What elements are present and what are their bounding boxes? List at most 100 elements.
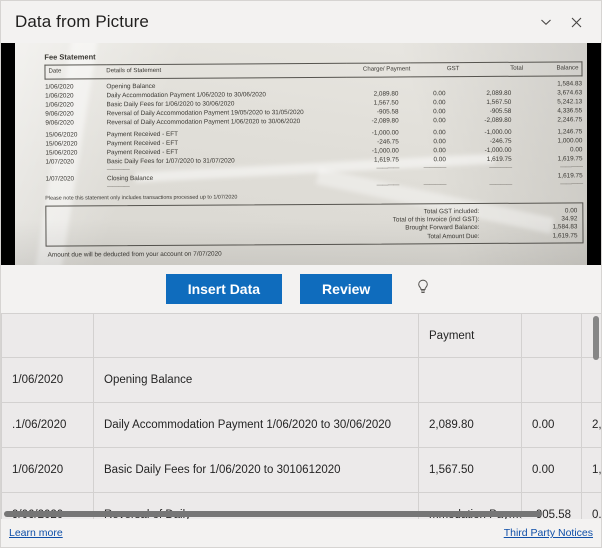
cell-total[interactable] — [581, 357, 601, 403]
document-col-details: Details of Statement — [106, 63, 347, 80]
extracted-data-grid[interactable]: Payment 1/06/2020 Opening Balance .1/06/… — [1, 313, 601, 519]
column-header-details[interactable] — [93, 313, 419, 358]
titlebar: Data from Picture — [1, 1, 601, 43]
document-cell-gst: 0.00 — [433, 155, 446, 163]
document-cell-charge: -2,089.80 — [371, 116, 399, 125]
document-col-date: Date — [44, 64, 107, 80]
document-dash: ———— — [560, 181, 583, 188]
document-cell-balance: 2,246.75 — [557, 115, 583, 124]
document-cell-total: 1,567.50 — [486, 98, 512, 106]
document-dash: ———— — [106, 184, 130, 191]
column-header-gst[interactable] — [521, 313, 582, 358]
cell-gst[interactable]: 0.00 — [521, 447, 582, 493]
table-row: 1/06/2020 Opening Balance — [1, 357, 601, 403]
document-total-label: Total Amount Due: — [427, 232, 480, 241]
document-dash: ———— — [423, 182, 447, 189]
vertical-scrollbar[interactable] — [593, 316, 599, 360]
document-cell-balance: 4,336.55 — [557, 106, 583, 115]
document-total-value: 0.00 — [564, 207, 578, 215]
document-cell-balance: 1,000.00 — [557, 136, 583, 145]
document-cell-balance: 3,674.63 — [557, 88, 583, 97]
document-cell-gst — [411, 173, 460, 182]
document-cell-date: 9/06/2020 — [45, 109, 74, 118]
document-cell-total: -246.75 — [489, 137, 512, 145]
document-cell-date: 15/06/2020 — [45, 148, 78, 157]
document-cell-charge: -1,000.00 — [371, 146, 399, 155]
column-header-date[interactable] — [1, 313, 94, 358]
document-cell-total: 2,089.80 — [486, 89, 512, 97]
cell-gst[interactable]: 0.00 — [581, 492, 601, 519]
document-dash: ———— — [560, 163, 583, 171]
document-total-value: 1,584.83 — [552, 223, 578, 231]
cell-date[interactable]: 1/06/2020 — [1, 447, 94, 493]
document-cell-gst: 0.00 — [433, 98, 446, 106]
document-amount-due-note: Amount due will be deducted from your ac… — [47, 250, 222, 260]
document-total-value: 1,619.75 — [552, 232, 578, 240]
page-title: Data from Picture — [15, 12, 149, 31]
picture-preview[interactable]: Fee Statement Date Details of Statement … — [1, 43, 601, 265]
cell-payment[interactable] — [418, 357, 522, 403]
cell-details[interactable]: Daily Accommodation Payment 1/06/2020 to… — [93, 402, 419, 448]
document-col-total: Total — [459, 62, 524, 78]
document-dash: ———— — [423, 164, 446, 171]
table-row: .1/06/2020 Daily Accommodation Payment 1… — [1, 402, 601, 448]
cell-date[interactable]: 1/06/2020 — [1, 357, 94, 403]
document-cell-date: 15/06/2020 — [45, 130, 78, 139]
document-cell-date: 1/06/2020 — [45, 100, 74, 109]
cell-details[interactable]: Basic Daily Fees for 1/06/2020 to 301061… — [93, 447, 419, 493]
document-col-gst: GST — [410, 62, 460, 78]
feedback-tip-button[interactable] — [410, 276, 436, 302]
document-dash: ———— — [376, 164, 399, 172]
document-cell-balance: 1,246.75 — [557, 127, 583, 136]
third-party-notices-link[interactable]: Third Party Notices — [504, 527, 593, 539]
document-cell-total: -905.58 — [489, 107, 512, 115]
document-cell-gst: 0.00 — [433, 107, 446, 115]
cell-total[interactable]: 1,567.50 — [581, 447, 601, 493]
document-cell-charge: 2,089.80 — [373, 89, 399, 98]
cell-total[interactable]: 2,089.80 — [581, 402, 601, 448]
document-totals-table: Total GST included: 0.00 Total of this I… — [46, 206, 578, 243]
document-cell-total — [459, 80, 523, 89]
document-cell-date: 1/07/2020 — [45, 157, 74, 166]
collapse-button[interactable] — [531, 8, 561, 36]
cell-payment[interactable]: 2,089.80 — [418, 402, 522, 448]
column-header-payment[interactable]: Payment — [418, 313, 522, 358]
document-cell-charge: -905.58 — [376, 107, 399, 116]
document-cell-gst: 0.00 — [433, 137, 446, 145]
document-cell-total: 1,619.75 — [486, 155, 512, 163]
document-cell-charge: 1,619.75 — [373, 155, 399, 164]
document-cell-date: 15/06/2020 — [45, 139, 78, 148]
document-cell-gst: 0.00 — [433, 146, 446, 154]
cell-date[interactable]: .1/06/2020 — [1, 402, 94, 448]
review-button[interactable]: Review — [300, 274, 393, 304]
document-total-value: 34.92 — [561, 215, 578, 223]
cell-gst[interactable] — [521, 357, 582, 403]
document-note: Please note this statement only includes… — [45, 194, 238, 202]
close-button[interactable] — [561, 8, 591, 36]
cell-payment[interactable]: 1,567.50 — [418, 447, 522, 493]
table-header-row: Payment — [1, 313, 601, 358]
document-cell-charge: -1,000.00 — [371, 128, 399, 137]
document-cell-gst: 0.00 — [433, 89, 446, 97]
document-cell-balance: 5,242.13 — [557, 97, 583, 106]
document-col-balance: Balance — [523, 61, 583, 77]
data-table: Payment 1/06/2020 Opening Balance .1/06/… — [1, 313, 601, 519]
document-title: Fee Statement — [44, 52, 96, 62]
cell-gst[interactable]: 0.00 — [521, 402, 582, 448]
action-bar: Insert Data Review — [1, 265, 601, 313]
horizontal-scrollbar[interactable] — [4, 511, 542, 517]
document-cell-total: -1,000.00 — [484, 128, 512, 136]
document-statement-table: Date Details of Statement Charge/ Paymen… — [44, 61, 583, 192]
insert-data-button[interactable]: Insert Data — [165, 274, 283, 304]
cell-details[interactable]: Opening Balance — [93, 357, 419, 403]
learn-more-link[interactable]: Learn more — [9, 527, 63, 539]
document-dash — [46, 184, 107, 193]
document-cell-date: 9/06/2020 — [45, 118, 74, 127]
document-cell-total: -1,000.00 — [484, 146, 512, 154]
document-cell-charge — [347, 80, 411, 89]
document-totals-box: Total GST included: 0.00 Total of this I… — [45, 202, 584, 248]
document-dash: ———— — [489, 181, 512, 188]
table-row: 1/06/2020 Basic Daily Fees for 1/06/2020… — [1, 447, 601, 493]
document-cell-gst: 0.00 — [433, 128, 446, 136]
document-cell-total — [460, 172, 524, 181]
